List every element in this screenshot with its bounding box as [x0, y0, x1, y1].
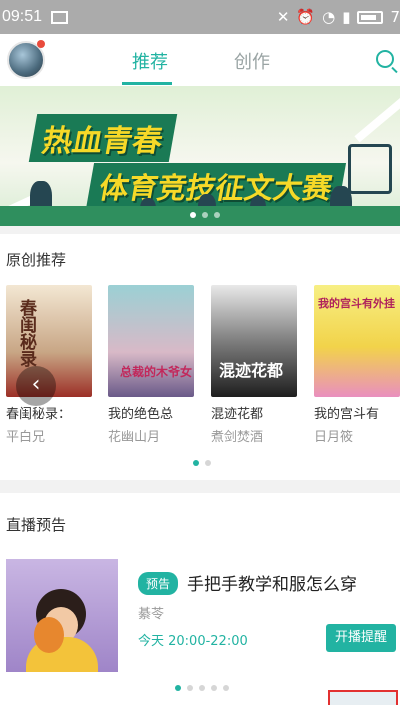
live-host: 綦苓: [138, 607, 165, 622]
basketball-hoop-graphic: [348, 144, 392, 194]
book-title: 混迹花都: [211, 407, 264, 422]
book-cover: 总裁的木爷女: [108, 285, 194, 397]
book-author: 平白兄: [6, 430, 46, 445]
banner-title-line1: 热血青春: [28, 114, 178, 162]
live-time: 今天 20:00-22:00: [138, 634, 248, 649]
notification-dot: [37, 40, 45, 48]
books-pagination: [193, 460, 211, 466]
book-cover: 混迹花都: [211, 285, 297, 397]
floating-widget[interactable]: [328, 690, 398, 705]
book-title: 我的绝色总: [108, 407, 174, 422]
image-notification-icon: [51, 10, 69, 24]
section-title-live: 直播预告: [6, 516, 67, 534]
banner-dot: [214, 212, 220, 218]
battery-icon: [357, 10, 384, 24]
status-time: 09:51: [2, 8, 43, 25]
book-title: 春闺秘录：: [6, 407, 72, 422]
search-icon[interactable]: [376, 50, 394, 68]
wifi-icon: ◔: [322, 8, 336, 26]
live-cover-image[interactable]: [6, 559, 118, 672]
live-dot: [211, 685, 217, 691]
live-pagination: [175, 685, 229, 691]
battery-level: 7: [390, 8, 400, 26]
banner-dot: [202, 212, 208, 218]
carousel-prev-button[interactable]: ‹: [16, 366, 56, 406]
top-navigation: 推荐 创作: [0, 34, 400, 86]
signal-icon: ▮: [342, 8, 351, 26]
banner-title-line2: 体育竞技征文大赛: [85, 163, 347, 209]
book-card[interactable]: 混迹花都 混迹花都 煮剑焚酒: [211, 285, 297, 445]
book-card[interactable]: 我的宫斗有外挂 我的宫斗有 日月筱: [314, 285, 400, 445]
live-remind-button[interactable]: 开播提醒: [326, 624, 396, 652]
status-bar: 09:51 ✕ ⏰ ◔ ▮ 7: [0, 0, 400, 34]
book-card[interactable]: 总裁的木爷女 我的绝色总 花幽山月: [108, 285, 194, 445]
alarm-icon: ⏰: [296, 8, 316, 26]
book-cover: 我的宫斗有外挂: [314, 285, 400, 397]
mute-icon: ✕: [276, 8, 290, 26]
book-author: 花幽山月: [108, 430, 161, 445]
live-dot: [199, 685, 205, 691]
live-dot: [223, 685, 229, 691]
book-author: 煮剑焚酒: [211, 430, 264, 445]
banner-dot: [190, 212, 196, 218]
book-author: 日月筱: [314, 430, 354, 445]
banner-pagination: [190, 212, 220, 218]
active-tab-indicator: [122, 82, 172, 85]
promo-banner[interactable]: 热血青春 体育竞技征文大赛: [0, 86, 400, 226]
books-dot: [193, 460, 199, 466]
books-dot: [205, 460, 211, 466]
preview-badge: 预告: [138, 572, 179, 595]
live-title[interactable]: 手把手教学和服怎么穿: [187, 570, 357, 595]
tab-recommend[interactable]: 推荐: [132, 48, 168, 74]
book-title: 我的宫斗有: [314, 407, 380, 422]
tab-create[interactable]: 创作: [234, 48, 270, 74]
book-card[interactable]: 春闺秘录 春闺秘录： 平白兄: [6, 285, 92, 445]
live-dot: [187, 685, 193, 691]
live-dot: [175, 685, 181, 691]
section-title-original: 原创推荐: [6, 251, 67, 269]
